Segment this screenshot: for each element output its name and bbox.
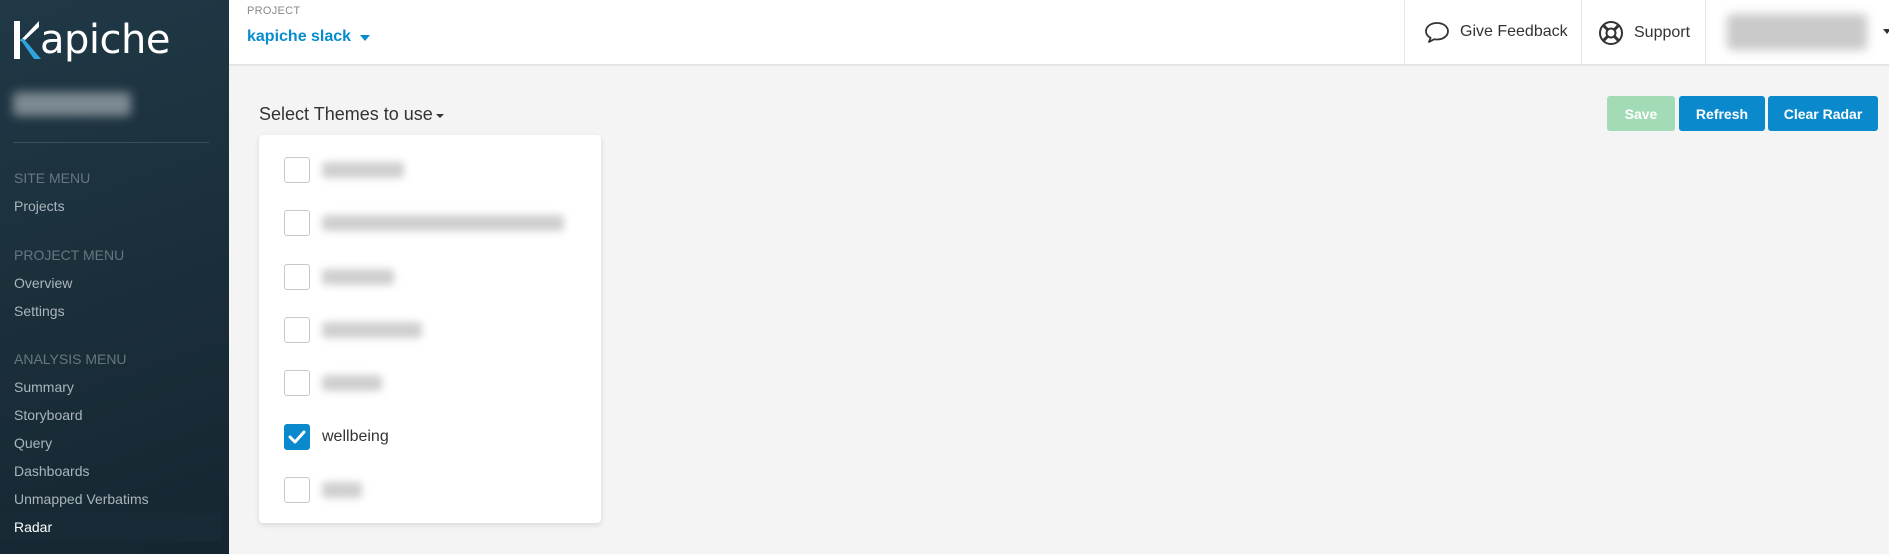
select-themes-label: Select Themes to use: [259, 104, 433, 124]
project-menu-header: PROJECT MENU: [14, 247, 125, 263]
sidebar-item-summary[interactable]: Summary: [14, 379, 74, 395]
sidebar-item-query[interactable]: Query: [14, 435, 52, 451]
sidebar-item-dashboards[interactable]: Dashboards: [14, 463, 90, 479]
sidebar-item-unmapped-verbatims[interactable]: Unmapped Verbatims: [14, 491, 149, 507]
sidebar-divider: [13, 142, 209, 143]
speech-bubble-icon: [1425, 22, 1449, 43]
themes-dropdown-menu: wellbeing: [259, 135, 601, 523]
theme-checkbox[interactable]: [284, 210, 310, 236]
theme-option-wellbeing[interactable]: wellbeing: [284, 424, 389, 450]
clear-radar-button[interactable]: Clear Radar: [1768, 96, 1878, 131]
redacted-theme-label: [322, 375, 382, 391]
theme-option[interactable]: [284, 264, 394, 290]
sidebar-item-storyboard[interactable]: Storyboard: [14, 407, 82, 423]
save-button[interactable]: Save: [1607, 96, 1675, 131]
theme-checkbox[interactable]: [284, 477, 310, 503]
account-caret-icon: [1883, 29, 1889, 34]
header-divider: [1404, 0, 1405, 64]
kapiche-k-icon: [12, 19, 42, 61]
checkmark-icon: [288, 430, 306, 444]
theme-option[interactable]: [284, 370, 382, 396]
top-header: PROJECT kapiche slack Give Feedback Supp…: [229, 0, 1889, 65]
redacted-theme-label: [322, 482, 362, 498]
redacted-theme-label: [322, 269, 394, 285]
redacted-theme-label: [322, 215, 564, 231]
logo-text: apiche: [40, 17, 170, 63]
theme-option[interactable]: [284, 477, 362, 503]
site-menu-header: SITE MENU: [14, 170, 91, 186]
select-themes-dropdown[interactable]: Select Themes to use: [259, 104, 444, 125]
give-feedback-label: Give Feedback: [1460, 23, 1568, 40]
theme-option[interactable]: [284, 317, 422, 343]
redacted-user-name: [13, 92, 131, 116]
caret-down-icon: [435, 113, 444, 118]
lifebuoy-icon: [1599, 21, 1623, 45]
sidebar: apiche SITE MENU Projects PROJECT MENU O…: [0, 0, 229, 554]
give-feedback-button[interactable]: Give Feedback: [1424, 20, 1568, 44]
header-divider: [1581, 0, 1582, 64]
sidebar-item-overview[interactable]: Overview: [14, 275, 72, 291]
redacted-account-menu[interactable]: [1727, 14, 1867, 50]
redacted-theme-label: [322, 322, 422, 338]
refresh-button[interactable]: Refresh: [1679, 96, 1765, 131]
kapiche-logo[interactable]: apiche: [12, 18, 170, 62]
sidebar-item-projects[interactable]: Projects: [14, 198, 65, 214]
theme-option[interactable]: [284, 157, 404, 183]
theme-checkbox[interactable]: [284, 370, 310, 396]
theme-checkbox-checked[interactable]: [284, 424, 310, 450]
theme-checkbox[interactable]: [284, 264, 310, 290]
header-divider: [1705, 0, 1706, 64]
theme-label: wellbeing: [322, 428, 389, 445]
sidebar-item-settings[interactable]: Settings: [14, 303, 65, 319]
theme-option[interactable]: [284, 210, 564, 236]
project-selector[interactable]: kapiche slack: [247, 28, 371, 46]
theme-checkbox[interactable]: [284, 157, 310, 183]
support-label: Support: [1634, 24, 1691, 41]
sidebar-item-radar[interactable]: Radar: [0, 513, 222, 541]
redacted-theme-label: [322, 162, 404, 178]
analysis-menu-header: ANALYSIS MENU: [14, 351, 127, 367]
theme-checkbox[interactable]: [284, 317, 310, 343]
support-button[interactable]: Support: [1598, 20, 1690, 46]
project-label: PROJECT: [247, 5, 301, 17]
caret-down-icon: [360, 35, 371, 41]
project-name: kapiche slack: [247, 28, 352, 45]
